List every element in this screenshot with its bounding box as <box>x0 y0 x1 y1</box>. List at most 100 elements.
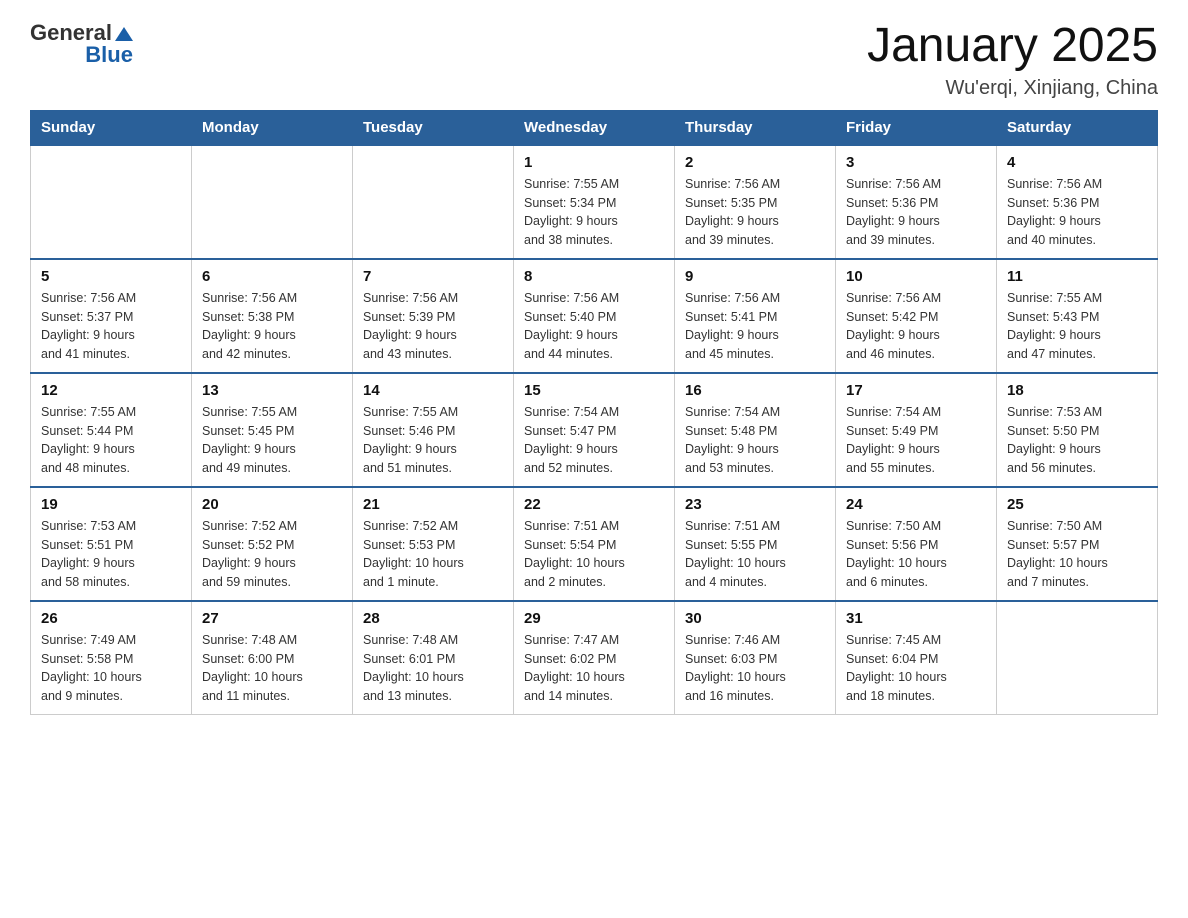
day-number: 1 <box>524 154 664 171</box>
calendar-cell: 31 Sunrise: 7:45 AMSunset: 6:04 PMDayligh… <box>836 601 997 715</box>
day-info: Sunrise: 7:56 AMSunset: 5:37 PMDaylight:… <box>41 289 181 364</box>
day-number: 17 <box>846 382 986 399</box>
day-of-week-header: Saturday <box>997 110 1158 145</box>
day-number: 18 <box>1007 382 1147 399</box>
calendar-cell: 8 Sunrise: 7:56 AMSunset: 5:40 PMDaylight… <box>514 259 675 373</box>
calendar-week-row: 26 Sunrise: 7:49 AMSunset: 5:58 PMDayligh… <box>31 601 1158 715</box>
calendar-cell: 26 Sunrise: 7:49 AMSunset: 5:58 PMDayligh… <box>31 601 192 715</box>
calendar-cell: 17 Sunrise: 7:54 AMSunset: 5:49 PMDayligh… <box>836 373 997 487</box>
day-number: 10 <box>846 268 986 285</box>
day-info: Sunrise: 7:56 AMSunset: 5:40 PMDaylight:… <box>524 289 664 364</box>
calendar-cell <box>192 145 353 259</box>
day-number: 22 <box>524 496 664 513</box>
page-header: General Blue January 2025 Wu'erqi, Xinji… <box>30 20 1158 100</box>
day-number: 4 <box>1007 154 1147 171</box>
calendar-cell <box>31 145 192 259</box>
day-number: 26 <box>41 610 181 627</box>
day-info: Sunrise: 7:48 AMSunset: 6:01 PMDaylight:… <box>363 631 503 706</box>
day-info: Sunrise: 7:54 AMSunset: 5:49 PMDaylight:… <box>846 403 986 478</box>
day-of-week-header: Monday <box>192 110 353 145</box>
day-info: Sunrise: 7:52 AMSunset: 5:53 PMDaylight:… <box>363 517 503 592</box>
day-number: 13 <box>202 382 342 399</box>
day-info: Sunrise: 7:55 AMSunset: 5:44 PMDaylight:… <box>41 403 181 478</box>
day-number: 16 <box>685 382 825 399</box>
calendar-cell: 14 Sunrise: 7:55 AMSunset: 5:46 PMDayligh… <box>353 373 514 487</box>
calendar-cell: 23 Sunrise: 7:51 AMSunset: 5:55 PMDayligh… <box>675 487 836 601</box>
calendar-cell: 22 Sunrise: 7:51 AMSunset: 5:54 PMDayligh… <box>514 487 675 601</box>
calendar-table: SundayMondayTuesdayWednesdayThursdayFrid… <box>30 110 1158 715</box>
day-info: Sunrise: 7:53 AMSunset: 5:51 PMDaylight:… <box>41 517 181 592</box>
day-number: 11 <box>1007 268 1147 285</box>
day-of-week-header: Wednesday <box>514 110 675 145</box>
day-number: 14 <box>363 382 503 399</box>
logo-blue-text: Blue <box>85 42 133 68</box>
calendar-cell: 19 Sunrise: 7:53 AMSunset: 5:51 PMDayligh… <box>31 487 192 601</box>
day-number: 2 <box>685 154 825 171</box>
day-info: Sunrise: 7:56 AMSunset: 5:39 PMDaylight:… <box>363 289 503 364</box>
day-of-week-header: Friday <box>836 110 997 145</box>
day-info: Sunrise: 7:54 AMSunset: 5:47 PMDaylight:… <box>524 403 664 478</box>
calendar-cell: 12 Sunrise: 7:55 AMSunset: 5:44 PMDayligh… <box>31 373 192 487</box>
day-number: 20 <box>202 496 342 513</box>
day-info: Sunrise: 7:56 AMSunset: 5:36 PMDaylight:… <box>846 175 986 250</box>
day-number: 25 <box>1007 496 1147 513</box>
day-of-week-header: Sunday <box>31 110 192 145</box>
calendar-cell: 11 Sunrise: 7:55 AMSunset: 5:43 PMDayligh… <box>997 259 1158 373</box>
calendar-week-row: 5Sunrise: 7:56 AMSunset: 5:37 PMDaylight… <box>31 259 1158 373</box>
calendar-week-row: 19 Sunrise: 7:53 AMSunset: 5:51 PMDayligh… <box>31 487 1158 601</box>
day-number: 15 <box>524 382 664 399</box>
day-number: 9 <box>685 268 825 285</box>
day-info: Sunrise: 7:55 AMSunset: 5:34 PMDaylight:… <box>524 175 664 250</box>
calendar-cell: 6Sunrise: 7:56 AMSunset: 5:38 PMDaylight… <box>192 259 353 373</box>
calendar-cell: 1 Sunrise: 7:55 AMSunset: 5:34 PMDaylight… <box>514 145 675 259</box>
day-info: Sunrise: 7:51 AMSunset: 5:55 PMDaylight:… <box>685 517 825 592</box>
logo: General Blue <box>30 20 133 68</box>
day-info: Sunrise: 7:56 AMSunset: 5:36 PMDaylight:… <box>1007 175 1147 250</box>
day-number: 19 <box>41 496 181 513</box>
calendar-cell: 28 Sunrise: 7:48 AMSunset: 6:01 PMDayligh… <box>353 601 514 715</box>
day-info: Sunrise: 7:56 AMSunset: 5:42 PMDaylight:… <box>846 289 986 364</box>
day-info: Sunrise: 7:52 AMSunset: 5:52 PMDaylight:… <box>202 517 342 592</box>
title-block: January 2025 Wu'erqi, Xinjiang, China <box>867 20 1158 100</box>
day-number: 3 <box>846 154 986 171</box>
day-number: 12 <box>41 382 181 399</box>
day-info: Sunrise: 7:45 AMSunset: 6:04 PMDaylight:… <box>846 631 986 706</box>
day-info: Sunrise: 7:51 AMSunset: 5:54 PMDaylight:… <box>524 517 664 592</box>
day-info: Sunrise: 7:49 AMSunset: 5:58 PMDaylight:… <box>41 631 181 706</box>
calendar-cell: 10 Sunrise: 7:56 AMSunset: 5:42 PMDayligh… <box>836 259 997 373</box>
calendar-header-row: SundayMondayTuesdayWednesdayThursdayFrid… <box>31 110 1158 145</box>
calendar-cell: 3 Sunrise: 7:56 AMSunset: 5:36 PMDaylight… <box>836 145 997 259</box>
calendar-cell: 9Sunrise: 7:56 AMSunset: 5:41 PMDaylight… <box>675 259 836 373</box>
calendar-cell: 21 Sunrise: 7:52 AMSunset: 5:53 PMDayligh… <box>353 487 514 601</box>
day-number: 28 <box>363 610 503 627</box>
day-number: 6 <box>202 268 342 285</box>
calendar-cell: 4 Sunrise: 7:56 AMSunset: 5:36 PMDaylight… <box>997 145 1158 259</box>
calendar-cell: 27Sunrise: 7:48 AMSunset: 6:00 PMDayligh… <box>192 601 353 715</box>
day-of-week-header: Thursday <box>675 110 836 145</box>
calendar-cell: 7 Sunrise: 7:56 AMSunset: 5:39 PMDaylight… <box>353 259 514 373</box>
day-info: Sunrise: 7:48 AMSunset: 6:00 PMDaylight:… <box>202 631 342 706</box>
day-info: Sunrise: 7:55 AMSunset: 5:43 PMDaylight:… <box>1007 289 1147 364</box>
calendar-cell: 15 Sunrise: 7:54 AMSunset: 5:47 PMDayligh… <box>514 373 675 487</box>
day-number: 8 <box>524 268 664 285</box>
calendar-subtitle: Wu'erqi, Xinjiang, China <box>867 77 1158 100</box>
calendar-cell: 2 Sunrise: 7:56 AMSunset: 5:35 PMDaylight… <box>675 145 836 259</box>
calendar-week-row: 12 Sunrise: 7:55 AMSunset: 5:44 PMDayligh… <box>31 373 1158 487</box>
calendar-cell <box>353 145 514 259</box>
day-number: 23 <box>685 496 825 513</box>
day-number: 7 <box>363 268 503 285</box>
day-info: Sunrise: 7:55 AMSunset: 5:45 PMDaylight:… <box>202 403 342 478</box>
day-info: Sunrise: 7:47 AMSunset: 6:02 PMDaylight:… <box>524 631 664 706</box>
day-info: Sunrise: 7:50 AMSunset: 5:57 PMDaylight:… <box>1007 517 1147 592</box>
day-info: Sunrise: 7:55 AMSunset: 5:46 PMDaylight:… <box>363 403 503 478</box>
calendar-cell: 20 Sunrise: 7:52 AMSunset: 5:52 PMDayligh… <box>192 487 353 601</box>
calendar-cell: 13 Sunrise: 7:55 AMSunset: 5:45 PMDayligh… <box>192 373 353 487</box>
calendar-week-row: 1 Sunrise: 7:55 AMSunset: 5:34 PMDaylight… <box>31 145 1158 259</box>
day-info: Sunrise: 7:56 AMSunset: 5:35 PMDaylight:… <box>685 175 825 250</box>
calendar-cell: 24Sunrise: 7:50 AMSunset: 5:56 PMDayligh… <box>836 487 997 601</box>
day-number: 31 <box>846 610 986 627</box>
day-number: 21 <box>363 496 503 513</box>
calendar-cell <box>997 601 1158 715</box>
day-number: 30 <box>685 610 825 627</box>
calendar-title: January 2025 <box>867 20 1158 73</box>
